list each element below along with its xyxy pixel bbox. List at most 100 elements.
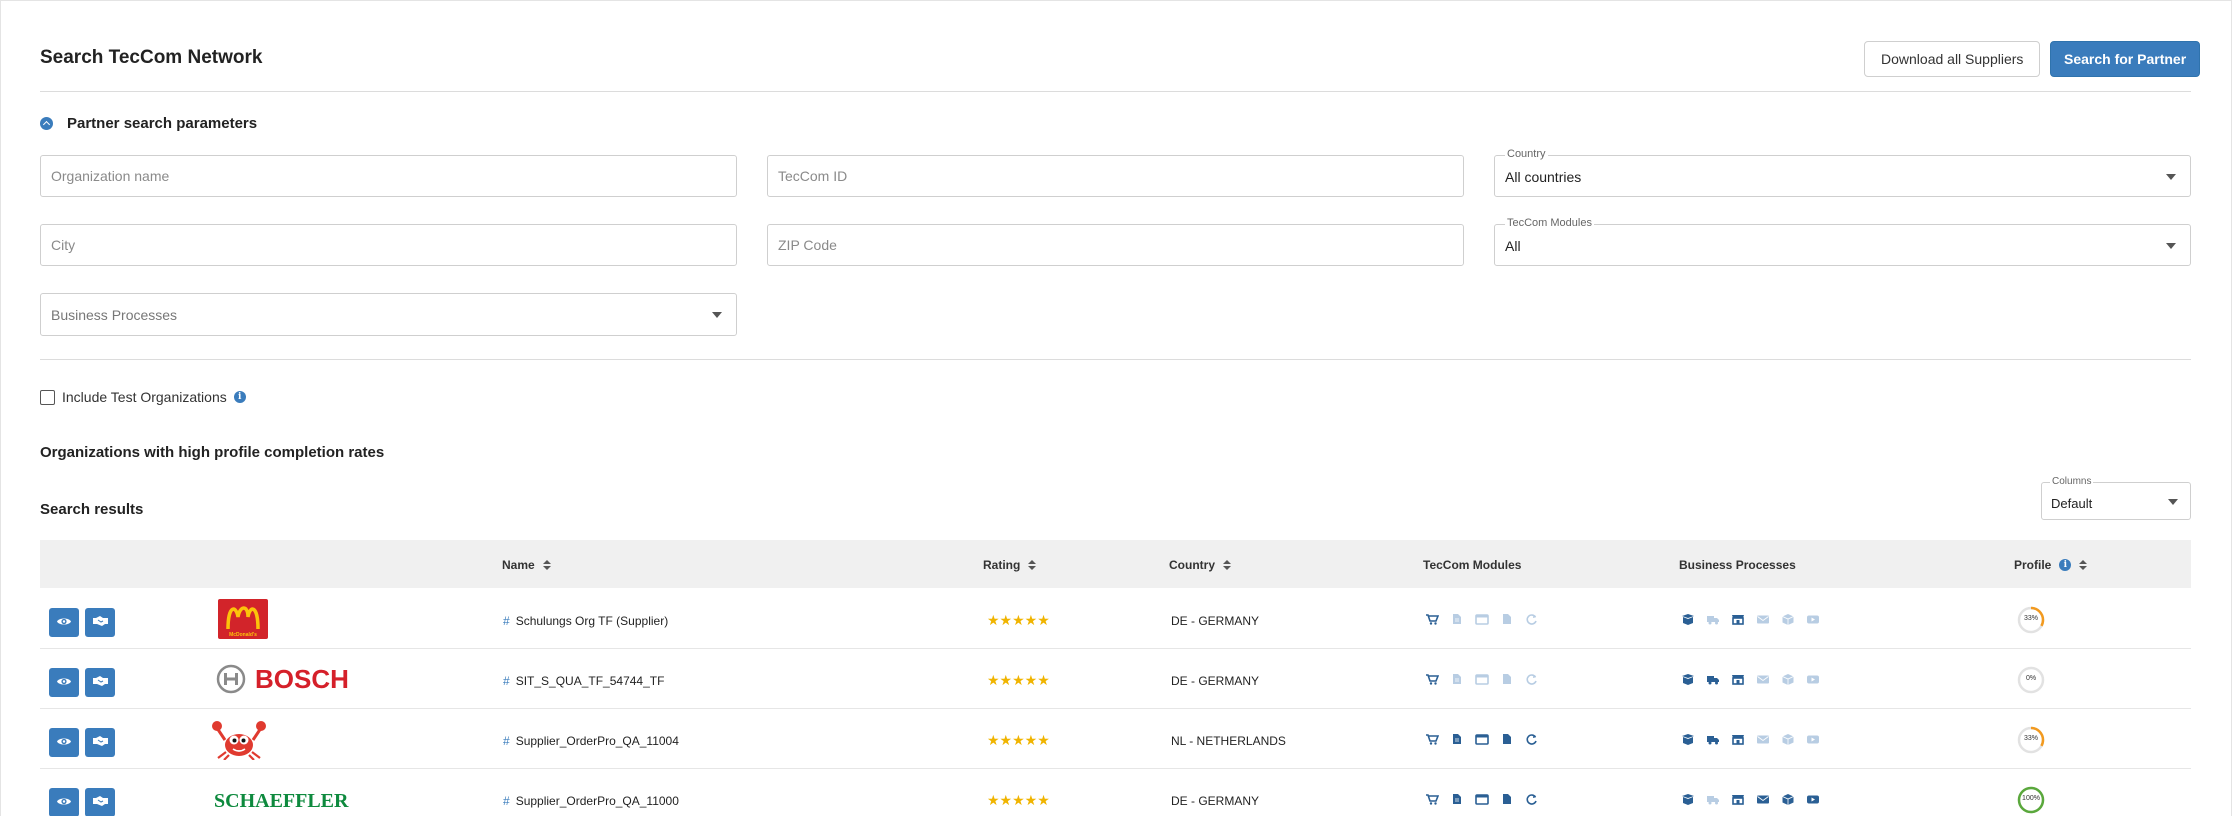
column-header-country[interactable]: Country <box>1169 558 1231 572</box>
box-open-icon <box>1681 613 1695 625</box>
columns-select[interactable]: Columns Default <box>2041 476 2191 520</box>
cart-icon <box>1425 613 1439 625</box>
cube-icon <box>1781 733 1795 745</box>
include-test-label: Include Test Organizations <box>62 389 227 405</box>
table-row: # Supplier_OrderPro_QA_11004 ★★★★★ NL - N… <box>40 709 2191 769</box>
connect-button[interactable] <box>85 668 115 697</box>
column-country-label: Country <box>1169 558 1215 572</box>
connect-button[interactable] <box>85 788 115 816</box>
results-table-header: Name Rating Country TecCom Modules Busin… <box>40 540 2191 588</box>
country-value: DE - GERMANY <box>1171 614 1260 628</box>
columns-label: Columns <box>2050 476 2094 487</box>
table-row: BOSCH # SIT_S_QUA_TF_54744_TF ★★★★★ DE - … <box>40 649 2191 709</box>
file-icon <box>1500 673 1514 685</box>
truck-icon <box>1706 613 1720 625</box>
column-modules-label: TecCom Modules <box>1423 558 1522 572</box>
teccom-modules-select[interactable]: TecCom Modules All <box>1494 217 2191 266</box>
country-select[interactable]: Country All countries <box>1494 148 2191 197</box>
view-button[interactable] <box>49 728 79 757</box>
column-rating-label: Rating <box>983 558 1021 572</box>
teccom-id-input[interactable] <box>768 156 1463 196</box>
window-icon <box>1475 733 1489 745</box>
cube-icon <box>1781 613 1795 625</box>
city-field[interactable] <box>40 224 737 266</box>
sort-icon[interactable] <box>1028 560 1037 570</box>
profile-percent: 0% <box>2025 675 2037 682</box>
teccom-id-field[interactable] <box>767 155 1464 197</box>
zip-code-field[interactable] <box>767 224 1464 266</box>
profile-completion-ring: 33% <box>2017 606 2045 634</box>
sort-icon[interactable] <box>2079 560 2088 570</box>
info-icon[interactable]: i <box>233 391 246 403</box>
box-open-icon <box>1681 733 1695 745</box>
business-processes-icons <box>1681 613 1820 625</box>
window-icon <box>1475 793 1489 805</box>
profile-completion-ring: 33% <box>2017 726 2045 754</box>
include-test-checkbox[interactable] <box>40 389 55 405</box>
handshake-icon <box>92 674 109 692</box>
truck-icon <box>1706 733 1720 745</box>
caret-down-icon <box>712 312 722 318</box>
eye-icon <box>56 734 72 752</box>
box-open-icon <box>1681 673 1695 685</box>
sort-icon[interactable] <box>542 560 551 570</box>
document-icon <box>1450 793 1464 805</box>
cube-icon <box>1781 793 1795 805</box>
info-icon[interactable]: i <box>2059 559 2072 571</box>
organization-name-link[interactable]: # SIT_S_QUA_TF_54744_TF <box>503 674 664 688</box>
box-open-icon <box>1681 793 1695 805</box>
hash-icon: # <box>503 614 510 628</box>
caret-down-icon <box>2168 499 2178 505</box>
organization-name-link[interactable]: # Supplier_OrderPro_QA_11004 <box>503 734 679 748</box>
include-test-organizations[interactable]: Include Test Organizations i <box>40 389 246 405</box>
video-icon <box>1806 673 1820 685</box>
column-header-rating[interactable]: Rating <box>983 558 1037 572</box>
table-row: SCHAEFFLER # Supplier_OrderPro_QA_11000 ★… <box>40 769 2191 816</box>
store-icon <box>1731 673 1745 685</box>
refresh-icon <box>1525 733 1539 745</box>
organization-name-link[interactable]: # Schulungs Org TF (Supplier) <box>503 614 668 628</box>
section-label: Partner search parameters <box>67 115 258 132</box>
city-input[interactable] <box>41 225 736 265</box>
mcdonalds-logo: McDonald's <box>218 597 268 641</box>
logo-text: McDonald's <box>229 632 257 638</box>
caret-down-icon <box>2166 243 2176 249</box>
view-button[interactable] <box>49 608 79 637</box>
store-icon <box>1731 793 1745 805</box>
zip-code-input[interactable] <box>768 225 1463 265</box>
hash-icon: # <box>503 674 510 688</box>
organization-name: SIT_S_QUA_TF_54744_TF <box>515 674 665 688</box>
organization-name-field[interactable] <box>40 155 737 197</box>
search-for-partner-button[interactable]: Search for Partner <box>2050 41 2201 77</box>
business-processes-placeholder: Business Processes <box>51 307 178 323</box>
view-button[interactable] <box>49 668 79 697</box>
organization-name-link[interactable]: # Supplier_OrderPro_QA_11000 <box>503 794 679 808</box>
teccom-modules-icons <box>1425 613 1539 625</box>
handshake-icon <box>92 614 109 632</box>
business-processes-select[interactable]: Business Processes <box>40 293 737 336</box>
cart-icon <box>1425 673 1439 685</box>
view-button[interactable] <box>49 788 79 816</box>
profile-completion-ring: 0% <box>2017 666 2045 694</box>
download-all-suppliers-button[interactable]: Download all Suppliers <box>1864 41 2041 77</box>
table-row: McDonald's # Schulungs Org TF (Supplier) … <box>40 589 2191 649</box>
country-label: Country <box>1505 148 1548 160</box>
partner-search-parameters-toggle[interactable]: Partner search parameters <box>40 115 257 132</box>
eye-icon <box>56 794 72 812</box>
country-value: All countries <box>1505 169 1582 185</box>
document-icon <box>1450 613 1464 625</box>
eye-icon <box>56 674 72 692</box>
column-header-name[interactable]: Name <box>502 558 551 572</box>
organization-name-input[interactable] <box>41 156 736 196</box>
window-icon <box>1475 613 1489 625</box>
refresh-icon <box>1525 613 1539 625</box>
envelope-icon <box>1756 733 1770 745</box>
profile-percent: 33% <box>2023 615 2038 622</box>
organization-name: Schulungs Org TF (Supplier) <box>515 614 669 628</box>
sort-icon[interactable] <box>1223 560 1231 570</box>
column-header-processes: Business Processes <box>1679 558 1796 572</box>
column-header-profile[interactable]: Profile i <box>2014 558 2088 572</box>
connect-button[interactable] <box>85 728 115 757</box>
teccom-modules-icons <box>1425 733 1539 745</box>
connect-button[interactable] <box>85 608 115 637</box>
